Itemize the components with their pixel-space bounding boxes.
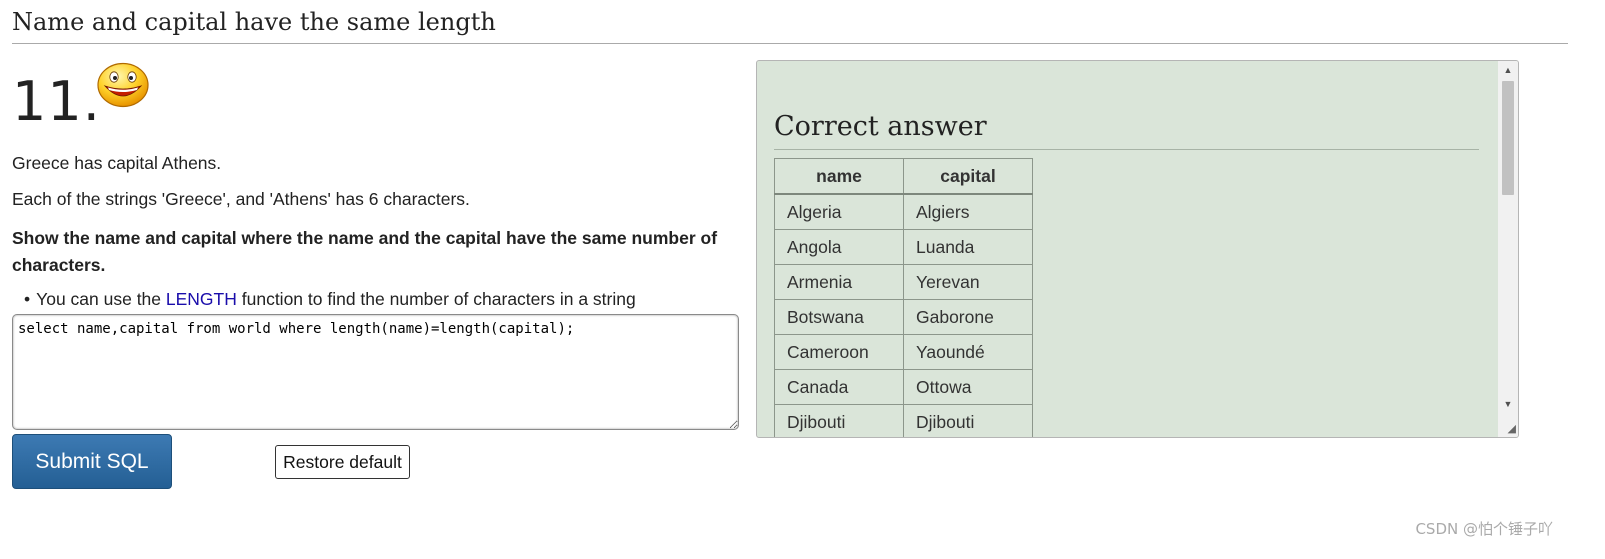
submit-sql-button[interactable]: Submit SQL <box>12 434 172 489</box>
hint-item: • You can use the LENGTH function to find… <box>24 289 636 310</box>
table-row: Canada Ottowa <box>774 369 1033 405</box>
cell-name: Algeria <box>774 193 904 230</box>
hint-text: You can use the <box>36 289 166 309</box>
answer-table: name capital Algeria Algiers Angola Luanda… <box>774 158 1033 437</box>
grinning-face-icon <box>97 62 149 108</box>
vertical-scrollbar[interactable]: ▲ ▼ <box>1498 61 1518 437</box>
question-paragraph: Greece has capital Athens. <box>12 153 222 173</box>
sql-editor[interactable]: select name,capital from world where len… <box>12 314 739 430</box>
answer-divider <box>774 149 1479 150</box>
scroll-down-arrow-icon[interactable]: ▼ <box>1498 395 1518 413</box>
table-row: Botswana Gaborone <box>774 299 1033 335</box>
section-title: Name and capital have the same length <box>12 8 496 36</box>
cell-name: Angola <box>774 229 904 265</box>
question-number: 11. <box>12 70 101 133</box>
cell-capital: Djibouti <box>903 404 1033 437</box>
hint-text: function to find the number of character… <box>236 289 636 309</box>
column-header-name: name <box>774 158 904 195</box>
cell-name: Djibouti <box>774 404 904 437</box>
cell-capital: Yaoundé <box>903 334 1033 370</box>
resize-grip-icon[interactable]: ◢ <box>1508 424 1516 435</box>
question-paragraph: Each of the strings 'Greece', and 'Athen… <box>12 189 470 209</box>
cell-capital: Gaborone <box>903 299 1033 335</box>
cell-name: Cameroon <box>774 334 904 370</box>
title-divider <box>12 43 1568 44</box>
table-row: Angola Luanda <box>774 229 1033 265</box>
cell-capital: Algiers <box>903 193 1033 230</box>
table-row: Algeria Algiers <box>774 193 1033 230</box>
scrollbar-thumb[interactable] <box>1502 81 1514 195</box>
column-header-capital: capital <box>903 158 1033 195</box>
scroll-up-arrow-icon[interactable]: ▲ <box>1498 61 1518 79</box>
watermark: CSDN @怕个锤子吖 <box>1415 520 1553 538</box>
question-instruction: Show the name and capital where the name… <box>12 228 718 275</box>
cell-name: Canada <box>774 369 904 405</box>
cell-name: Botswana <box>774 299 904 335</box>
cell-capital: Luanda <box>903 229 1033 265</box>
answer-panel[interactable]: Correct answer name capital Algeria Algie… <box>756 60 1519 438</box>
table-row: Armenia Yerevan <box>774 264 1033 300</box>
table-row: Djibouti Djibouti <box>774 404 1033 437</box>
cell-capital: Ottowa <box>903 369 1033 405</box>
table-row: Cameroon Yaoundé <box>774 334 1033 370</box>
length-function-link[interactable]: LENGTH <box>166 289 237 309</box>
cell-name: Armenia <box>774 264 904 300</box>
table-header-row: name capital <box>774 158 1033 195</box>
bullet-icon: • <box>24 289 31 309</box>
restore-default-button[interactable]: Restore default <box>275 445 410 479</box>
cell-capital: Yerevan <box>903 264 1033 300</box>
answer-heading: Correct answer <box>774 111 987 142</box>
